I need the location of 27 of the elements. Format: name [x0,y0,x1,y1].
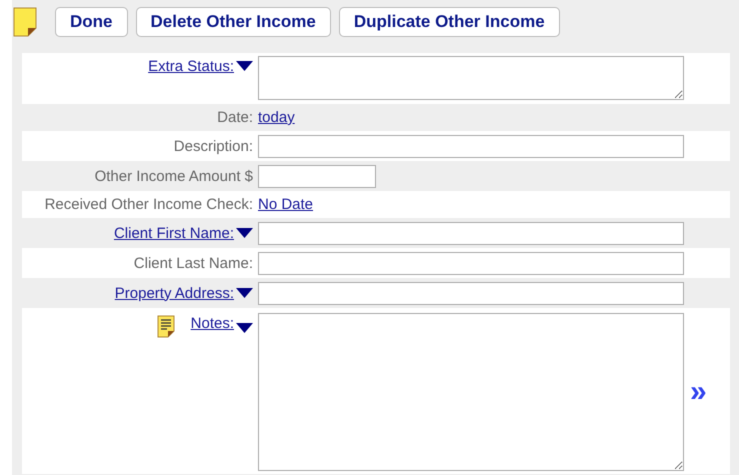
dropdown-triangle-icon[interactable] [236,288,253,298]
field-label: Other Income Amount $ [94,168,253,184]
field-label-link[interactable]: Property Address: [114,284,234,302]
dropdown-triangle-icon[interactable] [236,61,253,72]
field-label: Received Other Income Check: [44,196,253,213]
input-field[interactable] [258,252,684,274]
value-link[interactable]: No Date [258,196,314,213]
field-label: Date: [217,109,253,126]
dropdown-triangle-icon[interactable] [236,228,253,238]
value-link[interactable]: today [258,109,295,126]
field-label-link[interactable]: Extra Status: [148,58,234,75]
toolbar-button[interactable]: Delete Other Income [136,6,331,36]
input-field[interactable] [258,134,684,158]
sticky-note-icon[interactable] [13,6,37,36]
dropdown-triangle-icon[interactable] [236,323,253,334]
field-label-link[interactable]: Notes: [190,315,234,332]
field-label: Description: [174,138,253,154]
note-icon[interactable] [156,315,175,338]
amount-input-field[interactable] [258,164,376,188]
toolbar-button[interactable]: Done [55,6,128,36]
extra-status-textarea[interactable] [258,56,684,100]
input-field[interactable] [258,222,684,244]
input-field[interactable] [258,282,684,304]
field-label: Client Last Name: [134,254,253,272]
field-label-link[interactable]: Client First Name: [114,224,234,242]
expand-link[interactable]: » [690,377,707,407]
toolbar-button[interactable]: Duplicate Other Income [338,6,560,36]
